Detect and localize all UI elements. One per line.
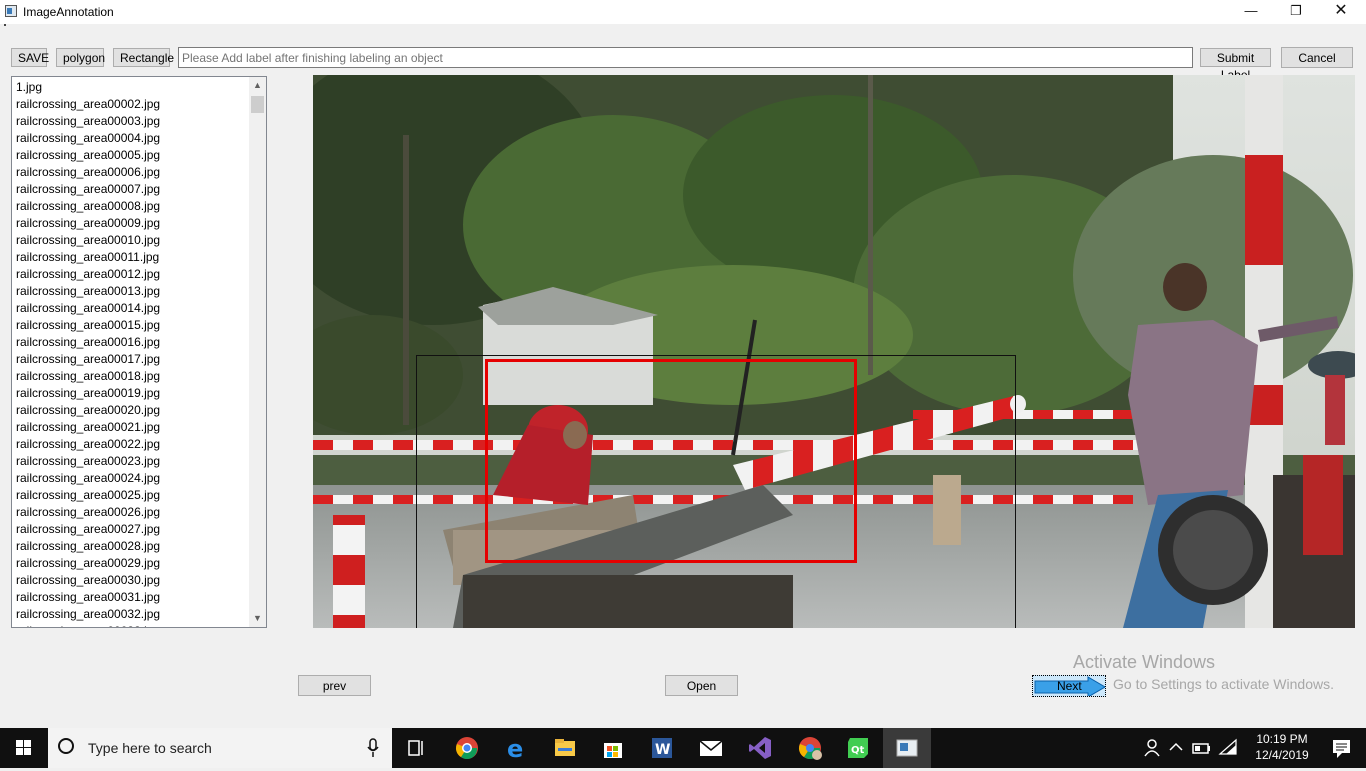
file-list-item[interactable]: railcrossing_area00026.jpg xyxy=(16,504,248,521)
minimize-button[interactable]: — xyxy=(1228,0,1274,24)
title-bar: ImageAnnotation — ❐ ✕ xyxy=(0,0,1366,24)
file-list-scrollbar[interactable]: ▲ ▼ xyxy=(249,77,266,627)
file-list-item[interactable]: railcrossing_area00032.jpg xyxy=(16,606,248,623)
chrome-icon[interactable] xyxy=(443,728,491,768)
scroll-up-arrow-icon[interactable]: ▲ xyxy=(249,77,266,94)
file-explorer-icon[interactable] xyxy=(541,728,589,768)
scroll-thumb[interactable] xyxy=(251,96,264,113)
watermark-subtitle: Go to Settings to activate Windows. xyxy=(1113,676,1334,692)
file-list-item[interactable]: 1.jpg xyxy=(16,79,248,96)
wifi-icon[interactable] xyxy=(1216,728,1240,768)
clock-time: 10:19 PM xyxy=(1256,732,1308,746)
search-icon xyxy=(58,738,74,754)
activate-windows-watermark: Activate Windows Go to Settings to activ… xyxy=(1073,652,1334,692)
close-button[interactable]: ✕ xyxy=(1318,0,1364,24)
file-list-item[interactable]: railcrossing_area00013.jpg xyxy=(16,283,248,300)
submit-label-button[interactable]: Submit Label xyxy=(1200,48,1271,82)
battery-icon[interactable] xyxy=(1190,728,1214,768)
visual-studio-icon[interactable] xyxy=(736,728,784,768)
file-list-item[interactable]: railcrossing_area00019.jpg xyxy=(16,385,248,402)
file-list-item[interactable]: railcrossing_area00022.jpg xyxy=(16,436,248,453)
file-list-item[interactable]: railcrossing_area00021.jpg xyxy=(16,419,248,436)
microphone-icon[interactable] xyxy=(366,738,380,758)
watermark-title: Activate Windows xyxy=(1073,652,1216,672)
clock[interactable]: 10:19 PM 12/4/2019 xyxy=(1250,731,1314,763)
task-view-icon[interactable] xyxy=(392,728,440,768)
file-list-item[interactable]: railcrossing_area00011.jpg xyxy=(16,249,248,266)
file-list-item[interactable]: railcrossing_area00002.jpg xyxy=(16,96,248,113)
window-title: ImageAnnotation xyxy=(23,5,114,19)
image-annotation-app-icon[interactable] xyxy=(883,728,931,768)
file-list-item[interactable]: railcrossing_area00025.jpg xyxy=(16,487,248,504)
save-button[interactable]: SAVE xyxy=(11,48,49,67)
qt-creator-icon[interactable]: Qt xyxy=(834,728,882,768)
polygon-button[interactable]: polygon xyxy=(56,48,105,67)
open-button[interactable]: Open xyxy=(665,675,738,696)
svg-text:e: e xyxy=(507,736,523,760)
file-list-item[interactable]: railcrossing_area00023.jpg xyxy=(16,453,248,470)
file-list-item[interactable]: railcrossing_area00003.jpg xyxy=(16,113,248,130)
svg-text:W: W xyxy=(655,742,670,758)
clock-date: 12/4/2019 xyxy=(1255,748,1309,762)
file-list-item[interactable]: railcrossing_area00033.jpg xyxy=(16,623,248,627)
file-list-item[interactable]: railcrossing_area00016.jpg xyxy=(16,334,248,351)
windows-start-icon[interactable] xyxy=(0,728,48,768)
file-list-item[interactable]: railcrossing_area00004.jpg xyxy=(16,130,248,147)
mail-icon[interactable] xyxy=(687,728,735,768)
file-list-items: 1.jpg railcrossing_area00002.jpg railcross… xyxy=(16,79,248,627)
svg-text:Qt: Qt xyxy=(851,745,865,756)
app-icon xyxy=(5,5,17,17)
file-list-item[interactable]: railcrossing_area00014.jpg xyxy=(16,300,248,317)
file-list-item[interactable]: railcrossing_area00031.jpg xyxy=(16,589,248,606)
search-placeholder: Type here to search xyxy=(88,740,212,756)
file-list-item[interactable]: railcrossing_area00007.jpg xyxy=(16,181,248,198)
file-list-item[interactable]: railcrossing_area00005.jpg xyxy=(16,147,248,164)
annotation-box-selected[interactable] xyxy=(485,359,857,563)
store-icon[interactable] xyxy=(589,728,637,768)
label-input[interactable] xyxy=(178,47,1193,68)
file-list-item[interactable]: railcrossing_area00028.jpg xyxy=(16,538,248,555)
file-list-item[interactable]: railcrossing_area00027.jpg xyxy=(16,521,248,538)
maximize-button[interactable]: ❐ xyxy=(1273,0,1319,24)
menu-bar-handle xyxy=(4,24,6,26)
file-list-item[interactable]: railcrossing_area00015.jpg xyxy=(16,317,248,334)
file-list-item[interactable]: railcrossing_area00029.jpg xyxy=(16,555,248,572)
file-list-item[interactable]: railcrossing_area00010.jpg xyxy=(16,232,248,249)
taskbar-search-box[interactable]: Type here to search xyxy=(48,728,392,768)
rectangle-button[interactable]: Rectangle xyxy=(113,48,174,67)
file-list-item[interactable]: railcrossing_area00009.jpg xyxy=(16,215,248,232)
file-list[interactable]: 1.jpg railcrossing_area00002.jpg railcross… xyxy=(11,76,267,628)
file-list-item[interactable]: railcrossing_area00006.jpg xyxy=(16,164,248,181)
scroll-down-arrow-icon[interactable]: ▼ xyxy=(249,610,266,627)
chevron-up-icon[interactable] xyxy=(1164,728,1188,768)
file-list-item[interactable]: railcrossing_area00020.jpg xyxy=(16,402,248,419)
file-list-item[interactable]: railcrossing_area00008.jpg xyxy=(16,198,248,215)
edge-icon[interactable]: e xyxy=(492,728,540,768)
taskbar: Type here to search e W Qt 10:19 PM 12/4… xyxy=(0,728,1366,768)
file-list-item[interactable]: railcrossing_area00024.jpg xyxy=(16,470,248,487)
file-list-item[interactable]: railcrossing_area00030.jpg xyxy=(16,572,248,589)
notification-icon[interactable] xyxy=(1318,728,1366,768)
image-canvas[interactable] xyxy=(313,75,1355,628)
file-list-item[interactable]: railcrossing_area00018.jpg xyxy=(16,368,248,385)
file-list-item[interactable]: railcrossing_area00017.jpg xyxy=(16,351,248,368)
word-icon[interactable]: W xyxy=(638,728,686,768)
file-list-item[interactable]: railcrossing_area00012.jpg xyxy=(16,266,248,283)
cancel-button[interactable]: Cancel xyxy=(1281,47,1353,68)
chrome-profile-icon[interactable] xyxy=(786,728,834,768)
prev-button[interactable]: prev xyxy=(298,675,371,696)
